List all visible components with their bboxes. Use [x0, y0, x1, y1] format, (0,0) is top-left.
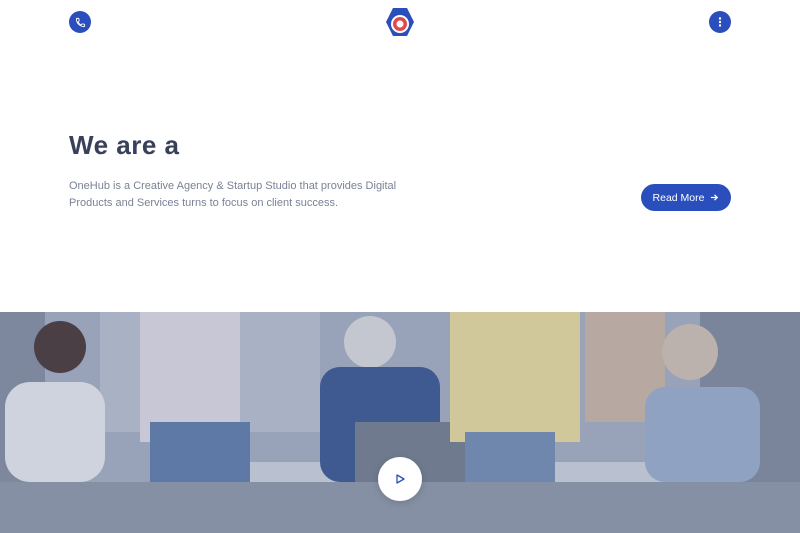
- arrow-right-icon: [711, 194, 719, 201]
- logo-icon: [386, 8, 414, 36]
- site-header: [0, 0, 800, 44]
- brand-logo[interactable]: [383, 5, 417, 39]
- phone-button[interactable]: [69, 11, 91, 33]
- play-video-button[interactable]: [378, 457, 422, 501]
- vertical-dots-icon: [718, 17, 722, 27]
- phone-icon: [75, 17, 85, 27]
- hero-description: OneHub is a Creative Agency & Startup St…: [69, 180, 397, 209]
- hero-headline: We are a: [69, 130, 180, 160]
- play-icon: [396, 474, 405, 484]
- menu-button[interactable]: [709, 11, 731, 33]
- read-more-button[interactable]: Read More: [641, 184, 731, 211]
- read-more-label: Read More: [652, 191, 705, 204]
